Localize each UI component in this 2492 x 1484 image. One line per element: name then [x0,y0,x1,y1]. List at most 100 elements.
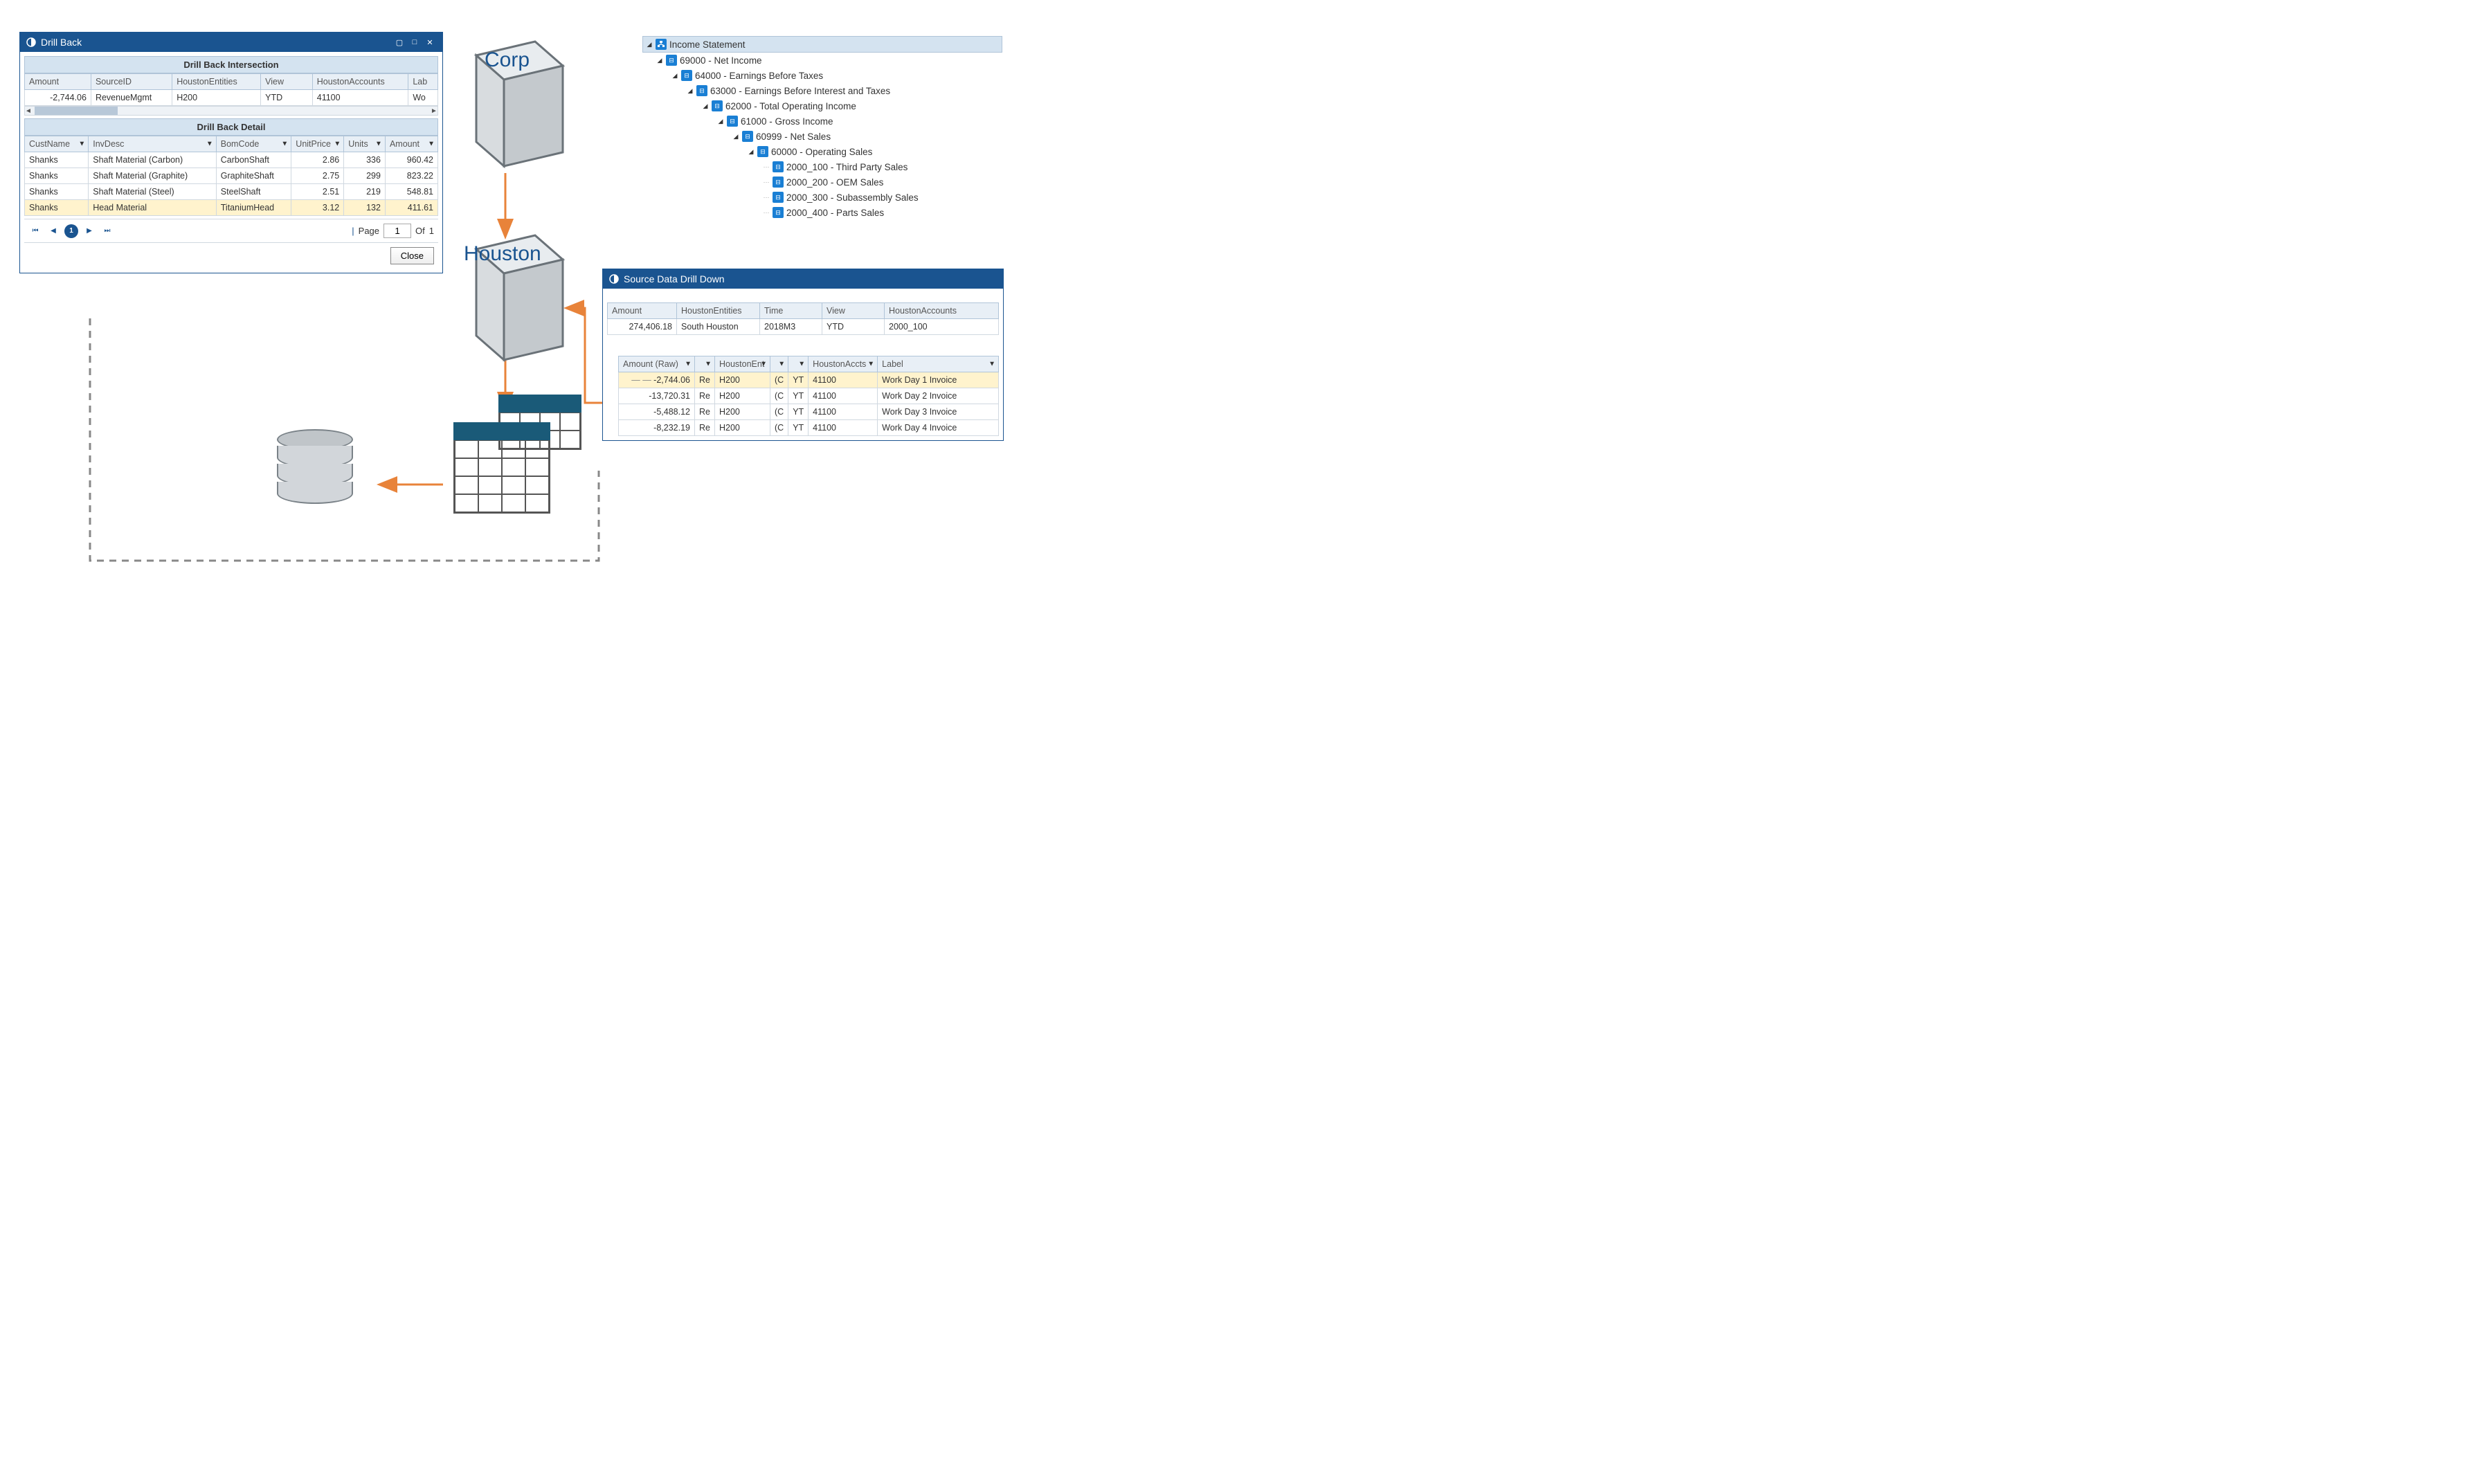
pager-prev-icon[interactable]: ◀ [46,224,60,238]
detail-col-4[interactable]: Units▼ [344,136,386,152]
detail-col-3[interactable]: UnitPrice▼ [291,136,344,152]
detail-col-1[interactable]: InvDesc▼ [89,136,217,152]
dd-col-acct[interactable]: HoustonAccounts [885,303,999,319]
tree-root[interactable]: ◢ Income Statement [642,36,1002,53]
dd-col-view[interactable]: View [822,303,885,319]
tree-item[interactable]: ⋯⊟2000_400 - Parts Sales [642,205,1002,220]
drill-back-titlebar[interactable]: Drill Back ▢ □ ✕ [20,33,442,52]
dd-detail-row[interactable]: -5,488.12ReH200(CYT41100Work Day 3 Invoi… [619,404,999,420]
window-close-icon[interactable]: ✕ [423,35,437,49]
intersection-row[interactable]: -2,744.06 RevenueMgmt H200 YTD 41100 Wo [25,90,438,106]
expand-icon[interactable]: ◢ [656,57,663,64]
tree-label: 2000_300 - Subassembly Sales [786,192,919,203]
tree-item[interactable]: ⋯⊟2000_100 - Third Party Sales [642,159,1002,174]
hierarchy-icon: ⊟ [696,85,707,96]
cell-ent: H200 [172,90,261,106]
filter-icon[interactable]: ▼ [760,361,767,368]
expand-icon[interactable]: ◢ [717,118,724,125]
dd-summary-row[interactable]: 274,406.18 South Houston 2018M3 YTD 2000… [608,319,999,335]
scroll-right-icon[interactable]: ► [429,107,439,115]
expand-icon[interactable]: ◢ [671,72,678,80]
filter-icon[interactable]: ▼ [778,361,785,368]
drill-down-titlebar[interactable]: Source Data Drill Down [603,269,1003,289]
dd-detail-col-4[interactable]: ▼ [788,356,809,372]
tree-label: 2000_200 - OEM Sales [786,177,883,188]
expand-icon[interactable]: ◢ [748,148,755,156]
dd-detail-row[interactable]: -8,232.19ReH200(CYT41100Work Day 4 Invoi… [619,420,999,436]
tree-label: 69000 - Net Income [680,55,762,66]
filter-icon[interactable]: ▼ [334,141,341,148]
filter-icon[interactable]: ▼ [375,141,382,148]
detail-row[interactable]: ShanksShaft Material (Graphite)GraphiteS… [25,168,438,184]
detail-col-5[interactable]: Amount▼ [385,136,437,152]
detail-row[interactable]: ShanksShaft Material (Steel)SteelShaft2.… [25,184,438,200]
tree-item[interactable]: ◢⊟61000 - Gross Income [642,114,1002,129]
page-input[interactable] [383,224,411,238]
intersection-table: Amount SourceID HoustonEntities View Hou… [24,73,438,106]
col-amount[interactable]: Amount [25,74,91,90]
filter-icon[interactable]: ▼ [685,361,692,368]
dd-col-time[interactable]: Time [760,303,822,319]
detail-col-2[interactable]: BomCode▼ [216,136,291,152]
data-sheet-front [453,422,550,514]
page-label: Page [359,226,379,236]
hierarchy-icon: ⊟ [773,192,784,203]
filter-icon[interactable]: ▼ [867,361,874,368]
intersection-hscroll[interactable]: ◄ ► [24,106,438,116]
tree-label: 63000 - Earnings Before Interest and Tax… [710,86,890,96]
tree-item[interactable]: ◢⊟63000 - Earnings Before Interest and T… [642,83,1002,98]
col-houstonaccounts[interactable]: HoustonAccounts [312,74,408,90]
tree-item[interactable]: ◢⊟60999 - Net Sales [642,129,1002,144]
scroll-left-icon[interactable]: ◄ [24,107,33,115]
dd-detail-col-5[interactable]: HoustonAccts▼ [809,356,878,372]
col-label[interactable]: Lab [408,74,438,90]
window-detach-icon[interactable]: ▢ [392,35,406,49]
tree-item[interactable]: ◢⊟62000 - Total Operating Income [642,98,1002,114]
close-button[interactable]: Close [390,247,434,264]
expand-icon[interactable]: ◢ [646,41,653,48]
total-pages: 1 [429,226,434,236]
tree-item[interactable]: ◢⊟64000 - Earnings Before Taxes [642,68,1002,83]
hierarchy-icon: ⊟ [742,131,753,142]
app-icon [608,273,620,284]
account-tree: ◢ Income Statement ◢⊟69000 - Net Income◢… [642,36,1002,220]
pager-first-icon[interactable]: ⏮ [28,224,42,238]
dd-detail-row[interactable]: -13,720.31ReH200(CYT41100Work Day 2 Invo… [619,388,999,404]
detail-row[interactable]: ShanksHead MaterialTitaniumHead3.1213241… [25,200,438,216]
scroll-thumb[interactable] [35,107,118,115]
filter-icon[interactable]: ▼ [798,361,805,368]
pager: ⏮ ◀ 1 ▶ ⏭ | Page Of 1 [24,219,438,242]
pager-last-icon[interactable]: ⏭ [100,224,114,238]
dd-detail-row[interactable]: — — -2,744.06ReH200(CYT41100Work Day 1 I… [619,372,999,388]
filter-icon[interactable]: ▼ [281,141,288,148]
pager-next-icon[interactable]: ▶ [82,224,96,238]
filter-icon[interactable]: ▼ [428,141,435,148]
dd-detail-col-2[interactable]: HoustonEnt▼ [714,356,770,372]
dd-col-ent[interactable]: HoustonEntities [677,303,760,319]
window-maximize-icon[interactable]: □ [408,35,422,49]
expand-icon[interactable]: ◢ [687,87,694,95]
filter-icon[interactable]: ▼ [206,141,213,148]
dd-detail-col-6[interactable]: Label▼ [878,356,999,372]
pager-current[interactable]: 1 [64,224,78,238]
cell-lab: Wo [408,90,438,106]
expand-icon[interactable]: ◢ [702,102,709,110]
col-sourceid[interactable]: SourceID [91,74,172,90]
tree-item[interactable]: ◢⊟60000 - Operating Sales [642,144,1002,159]
dd-detail-col-1[interactable]: ▼ [695,356,715,372]
col-view[interactable]: View [261,74,313,90]
tree-item[interactable]: ⋯⊟2000_200 - OEM Sales [642,174,1002,190]
dd-detail-col-3[interactable]: ▼ [770,356,788,372]
dd-detail-col-0[interactable]: Amount (Raw)▼ [619,356,695,372]
filter-icon[interactable]: ▼ [705,361,712,368]
tree-item[interactable]: ◢⊟69000 - Net Income [642,53,1002,68]
cell-amount: -2,744.06 [25,90,91,106]
tree-item[interactable]: ⋯⊟2000_300 - Subassembly Sales [642,190,1002,205]
expand-icon[interactable]: ◢ [732,133,739,141]
col-houstonentities[interactable]: HoustonEntities [172,74,261,90]
dd-col-amount[interactable]: Amount [608,303,677,319]
detail-col-0[interactable]: CustName▼ [25,136,89,152]
filter-icon[interactable]: ▼ [78,141,85,148]
detail-row[interactable]: ShanksShaft Material (Carbon)CarbonShaft… [25,152,438,168]
filter-icon[interactable]: ▼ [988,361,995,368]
